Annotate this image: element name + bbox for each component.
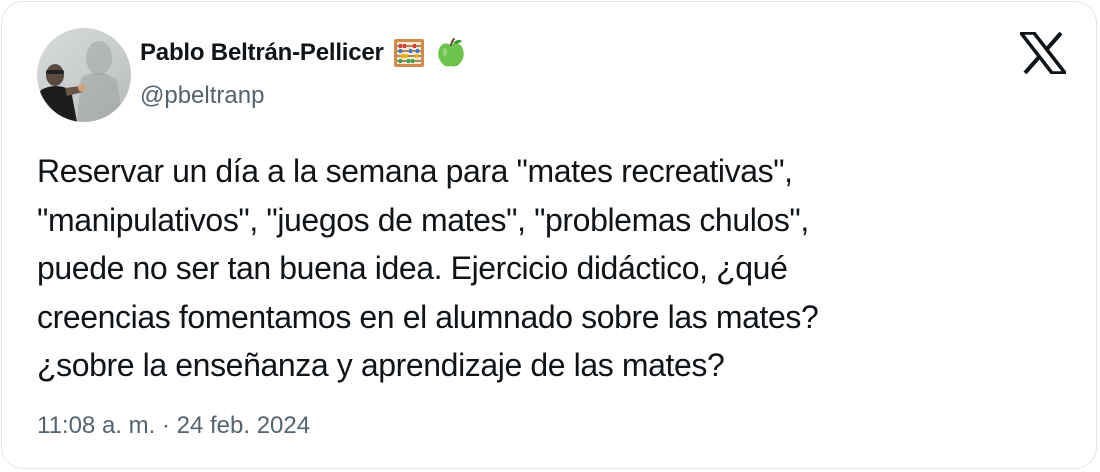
tweet-line: ¿sobre la enseñanza y aprendizaje de las… [37,347,725,383]
green-apple-icon [437,38,464,67]
tweet-line: puede no ser tan buena idea. Ejercicio d… [37,250,788,286]
tweet-line: "manipulativos", "juegos de mates", "pro… [37,201,809,238]
tweet-time[interactable]: 11:08 a. m. [37,412,155,439]
x-logo-icon[interactable] [1020,32,1066,74]
tweet-date[interactable]: 24 feb. 2024 [177,412,310,439]
tweet-text: Reservar un día a la semana para "mates … [37,147,1067,390]
timestamp-separator: · [161,412,170,439]
avatar-photo [37,28,131,122]
avatar[interactable] [37,28,131,122]
display-name[interactable]: Pablo Beltrán-Pellicer [140,39,384,67]
tweet-card[interactable]: Pablo Beltrán-Pellicer @pbeltranp Reserv… [1,1,1097,469]
author-name-row[interactable]: Pablo Beltrán-Pellicer [140,36,468,70]
abacus-icon [393,39,424,67]
tweet-timestamp[interactable]: 11:08 a. m. · 24 feb. 2024 [37,412,310,440]
tweet-line: Reservar un día a la semana para "mates … [37,153,793,189]
author-handle[interactable]: @pbeltranp [140,82,264,110]
tweet-line: creencias fomentamos en el alumnado sobr… [37,298,819,335]
